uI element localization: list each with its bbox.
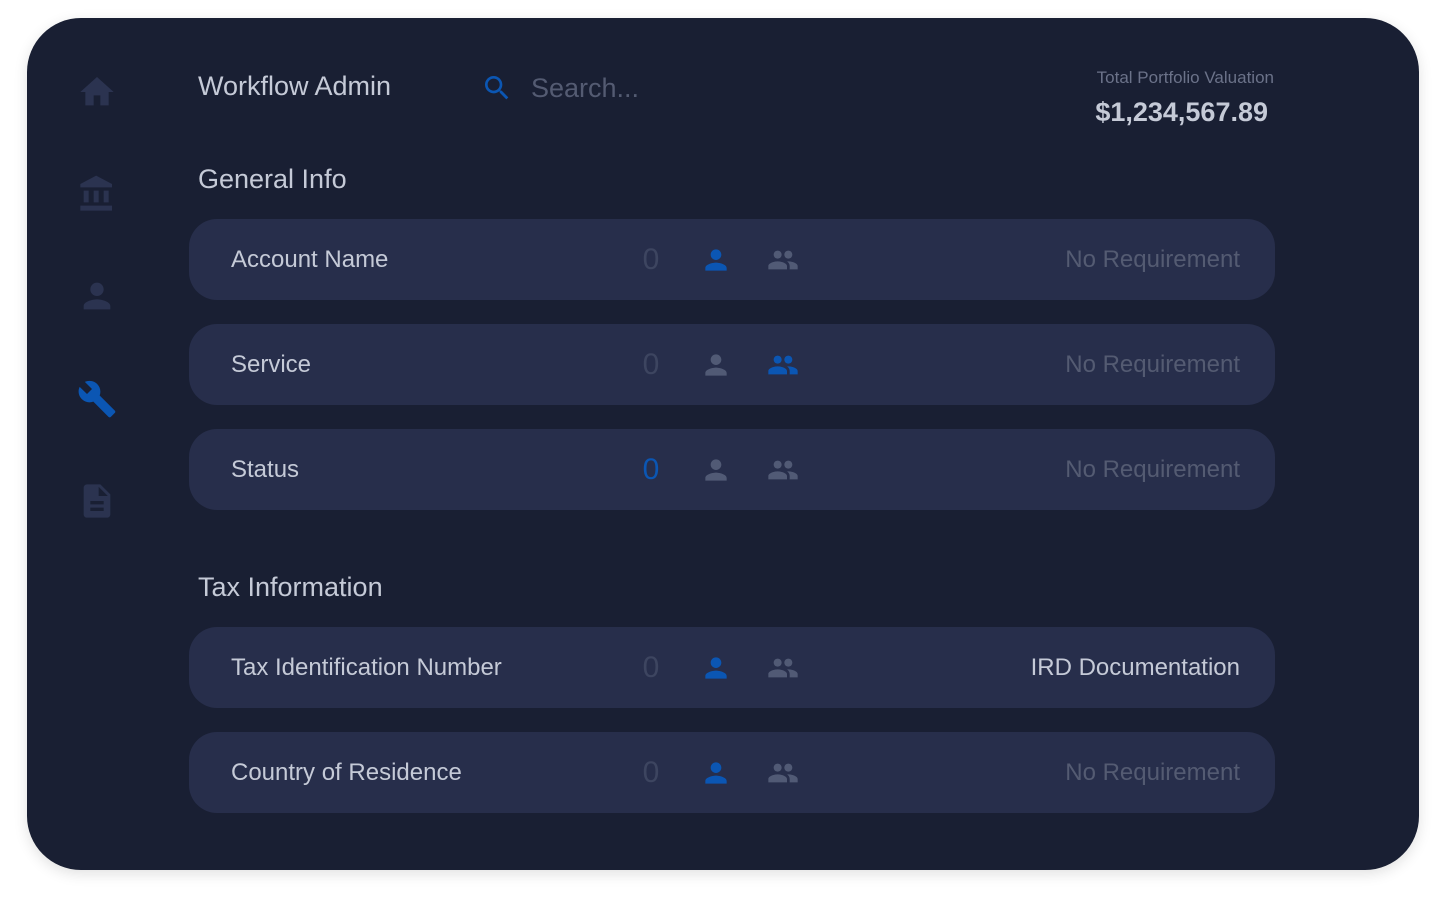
group-icon: [768, 355, 798, 375]
field-label: Country of Residence: [231, 759, 462, 786]
person-icon: [705, 459, 727, 481]
sidebar-item-home[interactable]: [76, 71, 118, 113]
group-toggle[interactable]: [763, 757, 803, 789]
sidebar-item-profile[interactable]: [76, 275, 118, 317]
field-row-tax-identification-number: Tax Identification Number 0 IRD Document…: [189, 627, 1275, 708]
field-row-country-of-residence: Country of Residence 0 No Requirement: [189, 732, 1275, 813]
group-icon: [768, 460, 798, 480]
person-icon: [705, 354, 727, 376]
group-icon: [768, 250, 798, 270]
group-toggle[interactable]: [763, 349, 803, 381]
section-title-tax-information: Tax Information: [198, 572, 383, 602]
sidebar-item-documents[interactable]: [76, 480, 118, 522]
search-icon: [485, 76, 509, 100]
sidebar-item-bank[interactable]: [76, 173, 118, 215]
portfolio-valuation-label: Total Portfolio Valuation: [1096, 68, 1274, 87]
field-row-status: Status 0 No Requirement: [189, 429, 1275, 510]
field-row-account-name: Account Name 0 No Requirement: [189, 219, 1275, 300]
requirement-value: No Requirement: [1065, 351, 1240, 378]
individual-toggle[interactable]: [699, 454, 733, 486]
group-icon: [768, 763, 798, 783]
field-count: 0: [642, 243, 660, 276]
individual-toggle[interactable]: [699, 652, 733, 684]
requirement-value: No Requirement: [1065, 246, 1240, 273]
field-label: Account Name: [231, 246, 389, 273]
field-count: 0: [642, 651, 660, 684]
person-icon: [705, 249, 727, 271]
requirement-value: No Requirement: [1065, 456, 1240, 483]
group-toggle[interactable]: [763, 454, 803, 486]
group-toggle[interactable]: [763, 652, 803, 684]
group-icon: [768, 658, 798, 678]
individual-toggle[interactable]: [699, 244, 733, 276]
person-icon: [705, 657, 727, 679]
sidebar: [27, 18, 167, 870]
field-row-service: Service 0 No Requirement: [189, 324, 1275, 405]
portfolio-valuation-value: $1,234,567.89: [1095, 97, 1268, 127]
wrench-icon: [78, 380, 116, 418]
bank-icon: [80, 175, 112, 211]
app-window: Workflow Admin Total Portfolio Valuation…: [27, 18, 1419, 870]
individual-toggle[interactable]: [699, 757, 733, 789]
search-input[interactable]: [531, 68, 771, 108]
field-count: 0: [642, 348, 660, 381]
section-title-general-info: General Info: [198, 164, 347, 194]
sidebar-item-settings[interactable]: [76, 378, 118, 420]
group-toggle[interactable]: [763, 244, 803, 276]
field-label: Service: [231, 351, 312, 378]
individual-toggle[interactable]: [699, 349, 733, 381]
document-icon: [83, 484, 111, 518]
requirement-value: IRD Documentation: [1030, 654, 1240, 681]
person-icon: [705, 762, 727, 784]
requirement-value: No Requirement: [1065, 759, 1240, 786]
home-icon: [80, 77, 114, 106]
page-title: Workflow Admin: [198, 71, 392, 101]
field-count: 0: [642, 756, 660, 789]
field-label: Status: [231, 456, 300, 483]
field-label: Tax Identification Number: [231, 654, 502, 681]
person-icon: [83, 282, 111, 310]
field-count: 0: [642, 453, 660, 486]
search-bar: [481, 68, 781, 108]
